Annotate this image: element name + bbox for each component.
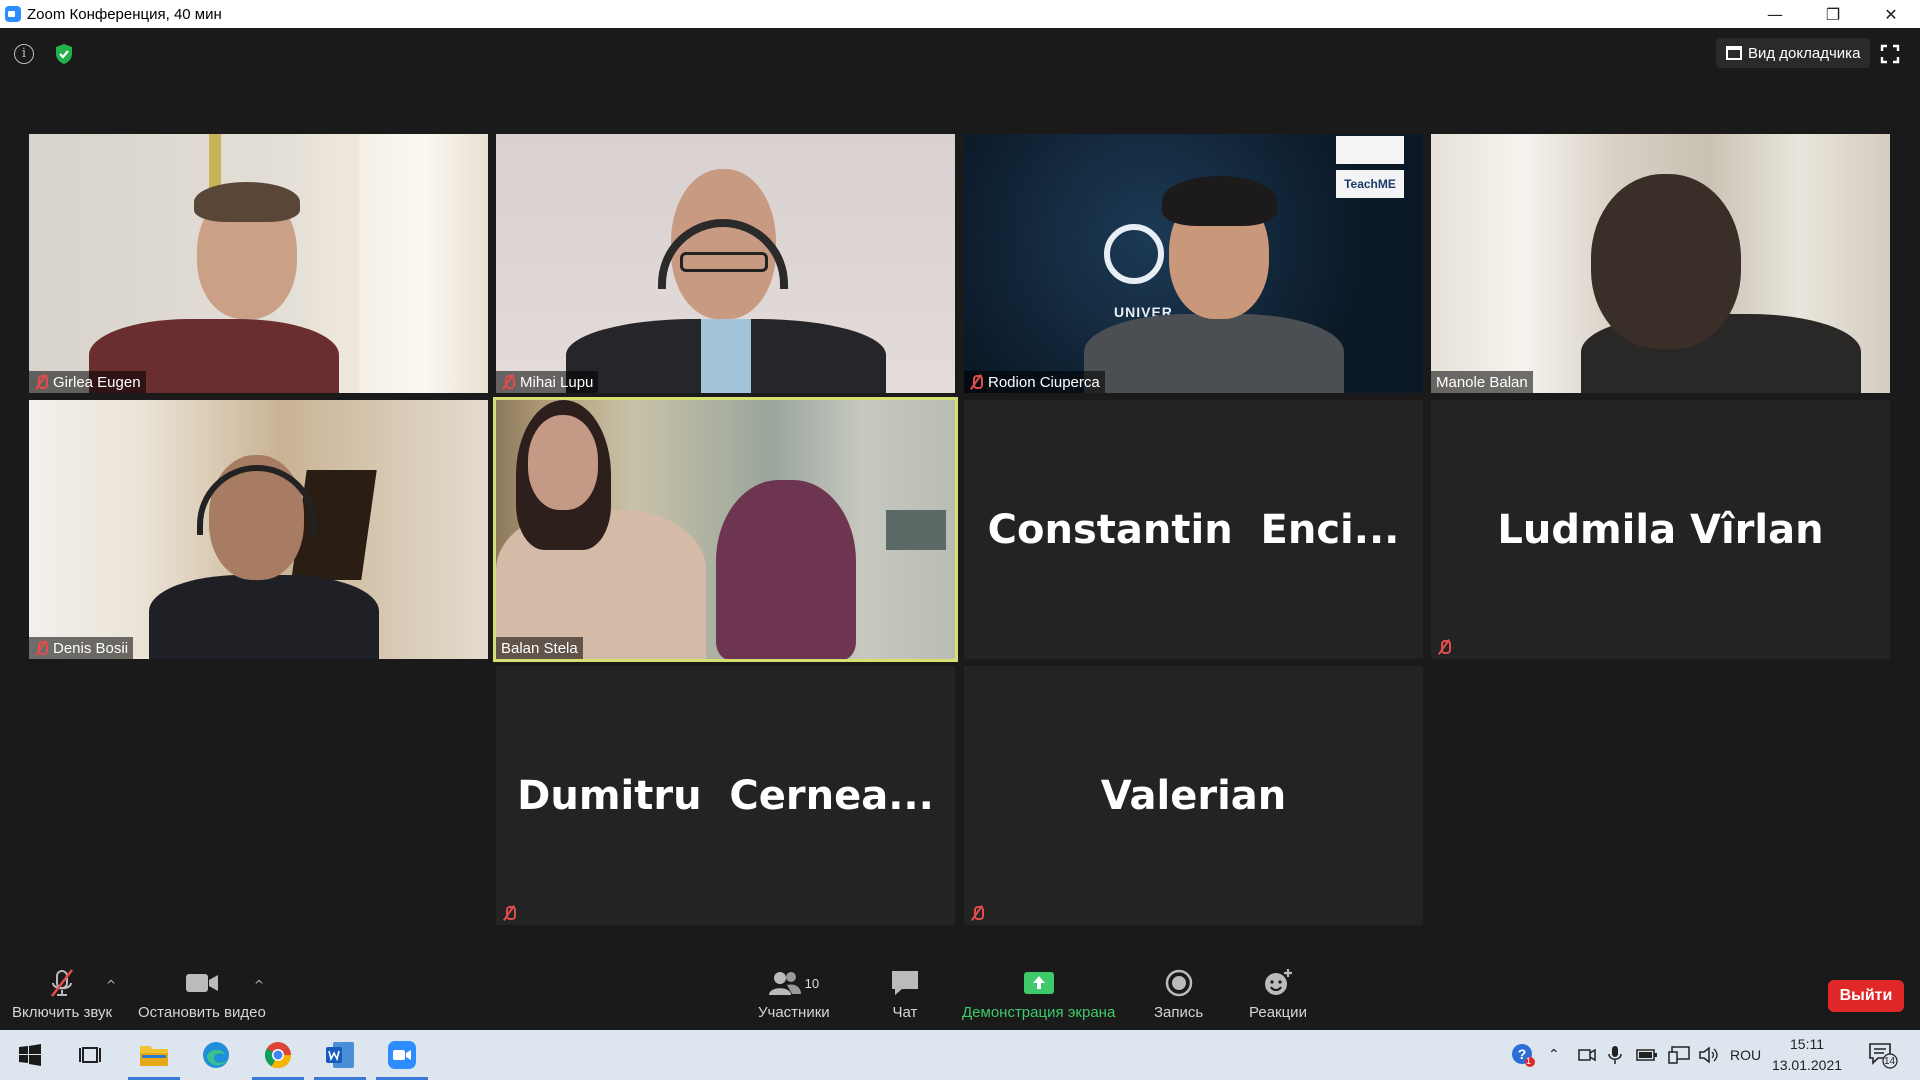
stop-video-button[interactable]: Остановить видео [138,968,266,1021]
video-tile-balan-stela[interactable]: Balan Stela [493,397,958,662]
share-screen-icon [1023,968,1055,998]
speaker-view-icon [1726,46,1742,60]
network-tray-icon[interactable] [1668,1030,1690,1080]
participant-nametag: Manole Balan [1431,371,1533,393]
windows-start-icon[interactable] [0,1030,60,1080]
reactions-smiley-icon [1263,968,1293,998]
participant-display-name: Valerian [1100,772,1287,819]
notifications-count: 14 [1884,1056,1896,1067]
video-tile-mihai-lupu[interactable]: Mihai Lupu [496,134,955,393]
zoom-app-icon [5,6,21,22]
meeting-info-icon[interactable]: i [14,44,34,64]
reactions-label: Реакции [1249,1004,1307,1021]
clock-time: 15:11 [1790,1036,1824,1052]
notifications-icon[interactable]: 14 [1868,1030,1898,1080]
mic-muted-icon [1437,639,1451,655]
video-tile-manole-balan[interactable]: Manole Balan [1431,134,1890,393]
video-tile-girlea-eugen[interactable]: Girlea Eugen [29,134,488,393]
mic-muted-icon [34,374,48,390]
participant-display-name: Ludmila Vîrlan [1497,506,1824,553]
tile-ludmila-virlan[interactable]: Ludmila Vîrlan [1431,400,1890,659]
participant-name: Balan Stela [501,639,578,657]
close-button[interactable]: ✕ [1862,0,1920,28]
zoom-taskbar-icon[interactable] [372,1030,432,1080]
participants-label: Участники [758,1004,830,1021]
video-tile-denis-bosii[interactable]: Denis Bosii [29,400,488,659]
tray-overflow-chevron-icon[interactable]: ⌃ [1548,1030,1560,1080]
record-icon [1165,968,1193,998]
participant-nametag: Mihai Lupu [496,371,599,393]
help-badge-count: 1 [1526,1056,1532,1066]
window-title: Zoom Конференция, 40 мин [27,5,222,23]
window-titlebar: Zoom Конференция, 40 мин — ❐ ✕ [0,0,1920,28]
chrome-browser-icon[interactable] [248,1030,308,1080]
participants-button[interactable]: 10 Участники [758,968,830,1021]
mic-muted-icon [501,374,515,390]
volume-tray-icon[interactable] [1698,1030,1718,1080]
video-camera-icon [185,968,219,998]
meet-now-tray-icon[interactable] [1578,1030,1596,1080]
help-tray-icon[interactable]: ? 1 [1510,1030,1536,1080]
minimize-button[interactable]: — [1746,0,1804,28]
svg-text:?: ? [1518,1046,1527,1062]
participant-nametag: Balan Stela [496,637,583,659]
speaker-view-button[interactable]: Вид докладчика [1716,38,1871,68]
tile-valerian[interactable]: Valerian [964,666,1423,925]
mic-muted-icon [47,968,77,998]
restore-button[interactable]: ❐ [1804,0,1862,28]
participant-display-name: Constantin Enci... [987,506,1400,553]
record-label: Запись [1154,1004,1204,1021]
speaker-view-label: Вид докладчика [1748,44,1861,62]
encryption-shield-icon[interactable] [54,43,74,65]
audio-options-caret-icon[interactable]: ^ [106,978,116,992]
mic-muted-icon [34,640,48,656]
chat-icon [890,968,920,998]
participant-name: Mihai Lupu [520,373,594,391]
meeting-topbar: i Вид докладчика [0,28,1920,80]
participant-nametag: Denis Bosii [29,637,134,659]
windows-taskbar: ? 1 ⌃ ROU 15:11 13.01.2021 14 [0,1030,1920,1080]
edge-browser-icon[interactable] [186,1030,246,1080]
stop-video-label: Остановить видео [138,1004,266,1021]
participants-icon: 10 [768,968,820,998]
video-tile-rodion-ciuperca[interactable]: UNIVER TeachME Rodion Ciuperca [964,134,1423,393]
participant-nametag: Rodion Ciuperca [964,371,1105,393]
file-explorer-icon[interactable] [124,1030,184,1080]
mic-muted-icon [502,905,516,921]
chat-label: Чат [892,1004,918,1021]
leave-meeting-button[interactable]: Выйти [1828,980,1904,1012]
unmute-button[interactable]: Включить звук [12,968,112,1021]
participant-nametag: Girlea Eugen [29,371,146,393]
record-button[interactable]: Запись [1154,968,1203,1021]
reactions-button[interactable]: Реакции [1249,968,1307,1021]
word-app-icon[interactable] [310,1030,370,1080]
participant-name: Manole Balan [1436,373,1528,391]
video-options-caret-icon[interactable]: ^ [254,978,264,992]
unmute-label: Включить звук [12,1004,113,1021]
mic-muted-icon [970,905,984,921]
teachme-logo: TeachME [1336,170,1404,198]
participants-count: 10 [804,975,820,991]
chat-button[interactable]: Чат [890,968,920,1021]
participant-name: Denis Bosii [53,639,129,657]
share-screen-label: Демонстрация экрана [962,1004,1116,1021]
mic-muted-icon [969,374,983,390]
tile-constantin-enci[interactable]: Constantin Enci... [964,400,1423,659]
battery-tray-icon[interactable] [1636,1030,1658,1080]
taskbar-clock[interactable]: 15:11 13.01.2021 [1752,1034,1862,1076]
clock-date: 13.01.2021 [1771,1057,1843,1073]
participant-display-name: Dumitru Cernea... [517,772,934,819]
fullscreen-icon[interactable] [1880,44,1900,64]
participant-name: Rodion Ciuperca [988,373,1100,391]
microphone-tray-icon[interactable] [1608,1030,1622,1080]
share-screen-button[interactable]: Демонстрация экрана [962,968,1115,1021]
task-view-icon[interactable] [60,1030,120,1080]
participant-name: Girlea Eugen [53,373,141,391]
tile-dumitru-cernea[interactable]: Dumitru Cernea... [496,666,955,925]
meeting-toolbar: Включить звук ^ Остановить видео ^ 10 Уч… [0,958,1920,1030]
